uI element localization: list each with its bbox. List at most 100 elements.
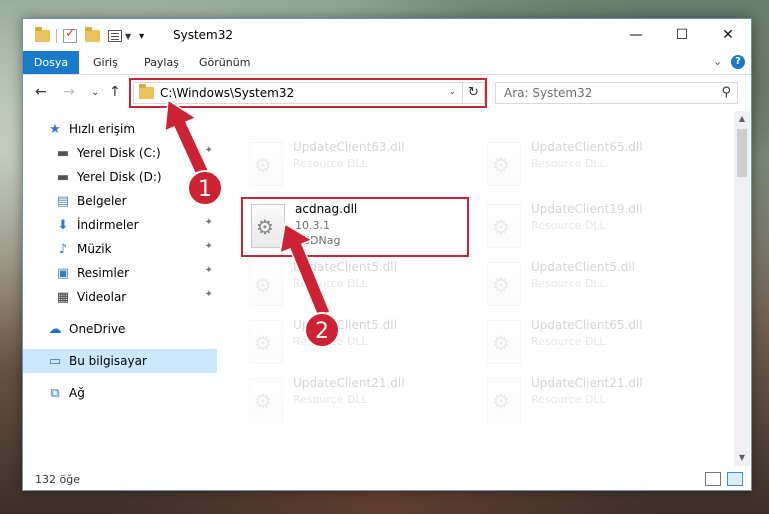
dll-file-icon (249, 142, 283, 186)
scroll-up-arrow-icon[interactable]: ▲ (734, 111, 750, 127)
file-type: Resource DLL (531, 335, 606, 348)
title-bar: ▼ ▾ System32 — ☐ ✕ (23, 19, 751, 51)
tab-file[interactable]: Dosya (23, 51, 79, 74)
cloud-icon: ☁ (48, 321, 62, 337)
details-view-icon[interactable] (705, 472, 721, 486)
sidebar-item-label: İndirmeler (77, 218, 139, 232)
close-button[interactable]: ✕ (705, 19, 751, 51)
properties-check-icon[interactable] (63, 26, 77, 43)
file-tile[interactable]: UpdateClient63.dll Resource DLL (241, 137, 461, 191)
sidebar-item-pictures[interactable]: ▣ Resimler ✦ (23, 261, 217, 285)
sidebar-item-label: OneDrive (69, 322, 126, 336)
sidebar-item-downloads[interactable]: ⬇ İndirmeler ✦ (23, 213, 217, 237)
sidebar-item-network[interactable]: ⧉ Ağ (23, 381, 217, 405)
sidebar-item-this-pc[interactable]: ▭ Bu bilgisayar (23, 349, 217, 373)
file-name: UpdateClient21.dll (293, 376, 405, 390)
file-type: Resource DLL (531, 277, 606, 290)
chevron-down-icon[interactable]: ▼ (125, 32, 131, 41)
file-type: Resource DLL (531, 157, 606, 170)
file-name: UpdateClient63.dll (293, 140, 405, 154)
star-icon: ★ (49, 121, 61, 137)
dll-file-icon (487, 378, 521, 422)
file-version: 10.3.1 (295, 219, 330, 232)
vertical-scrollbar[interactable]: ▲ ▼ (734, 111, 750, 466)
dll-file-icon (487, 320, 521, 364)
file-tile[interactable]: UpdateClient5.dll Resource DLL (241, 257, 461, 311)
sidebar-item-label: Hızlı erişim (69, 122, 136, 136)
sidebar-item-label: Resimler (77, 266, 130, 280)
dll-file-icon (487, 204, 521, 248)
new-folder-icon[interactable] (85, 27, 100, 42)
address-path[interactable]: C:\Windows\System32 (160, 86, 294, 100)
folder-icon (139, 84, 154, 99)
sidebar-item-videos[interactable]: ▦ Videolar ✦ (23, 285, 217, 309)
dll-file-icon (249, 262, 283, 306)
minimize-button[interactable]: — (613, 19, 659, 51)
computer-icon: ▭ (48, 353, 62, 369)
recent-locations-button[interactable]: ⌄ (91, 87, 99, 98)
tab-view[interactable]: Görünüm (189, 51, 260, 74)
drive-icon: ▬ (56, 145, 70, 161)
window-title: System32 (173, 28, 234, 42)
customize-icon[interactable] (108, 30, 122, 42)
file-name: acdnag.dll (295, 202, 358, 216)
file-tile-acdnag[interactable]: acdnag.dll 10.3.1 ACDNag (243, 199, 463, 253)
sidebar-item-label: Bu bilgisayar (69, 354, 147, 368)
address-bar[interactable]: C:\Windows\System32 ⌄ ↻ (133, 82, 485, 104)
file-type: Resource DLL (531, 219, 606, 232)
help-icon[interactable]: ? (731, 55, 745, 69)
dll-file-icon (487, 262, 521, 306)
separator (56, 29, 57, 43)
file-tile[interactable]: UpdateClient21.dll Resource DLL (241, 373, 461, 427)
quick-access-dropdown-icon[interactable]: ▾ (139, 31, 144, 42)
pictures-icon: ▣ (56, 265, 70, 281)
file-tile[interactable]: UpdateClient65.dll Resource DLL (479, 315, 699, 369)
up-button[interactable]: ↑ (109, 84, 121, 100)
forward-button[interactable]: → (63, 84, 75, 100)
sidebar-item-label: Ağ (69, 386, 85, 400)
file-tile[interactable]: UpdateClient19.dll Resource DLL (479, 199, 699, 253)
file-tile[interactable]: UpdateClient5.dll Resource DLL (241, 315, 461, 369)
sidebar-item-documents[interactable]: ▤ Belgeler (23, 189, 217, 213)
pin-icon[interactable]: ✦ (205, 241, 213, 252)
tiles-view-icon[interactable] (727, 472, 743, 486)
sidebar-item-local-disk-c[interactable]: ▬ Yerel Disk (C:) ✦ (23, 141, 217, 165)
sidebar-item-label: Yerel Disk (C:) (77, 146, 161, 160)
refresh-button[interactable]: ↻ (462, 83, 484, 103)
pin-icon[interactable]: ✦ (205, 217, 213, 228)
file-name: UpdateClient5.dll (293, 260, 397, 274)
search-icon[interactable]: ⚲ (721, 85, 731, 100)
dll-file-icon (249, 378, 283, 422)
pin-icon[interactable]: ✦ (205, 289, 213, 300)
pin-icon[interactable]: ✦ (205, 265, 213, 276)
file-tile[interactable]: UpdateClient21.dll Resource DLL (479, 373, 699, 427)
dll-file-icon (487, 142, 521, 186)
dll-file-icon (249, 320, 283, 364)
ribbon-expand-icon[interactable]: ⌄ (713, 55, 722, 68)
chevron-down-icon[interactable]: ⌄ (448, 87, 456, 97)
pin-icon[interactable]: ✦ (205, 145, 213, 156)
scrollbar-thumb[interactable] (737, 129, 747, 177)
sidebar-item-quick-access[interactable]: ★ Hızlı erişim (23, 117, 217, 141)
scroll-down-arrow-icon[interactable]: ▼ (734, 450, 750, 466)
tab-home[interactable]: Giriş (83, 51, 128, 74)
file-type: Resource DLL (293, 393, 368, 406)
file-tile[interactable]: UpdateClient65.dll Resource DLL (479, 137, 699, 191)
sidebar-item-music[interactable]: ♪ Müzik ✦ (23, 237, 217, 261)
network-icon: ⧉ (50, 385, 60, 401)
search-input[interactable]: Ara: System32 (504, 86, 592, 100)
file-description: ACDNag (295, 234, 341, 247)
file-type: Resource DLL (293, 335, 368, 348)
sidebar-item-local-disk-d[interactable]: ▬ Yerel Disk (D:) (23, 165, 217, 189)
music-icon: ♪ (58, 241, 68, 257)
maximize-button[interactable]: ☐ (659, 19, 705, 51)
sidebar-item-onedrive[interactable]: ☁ OneDrive (23, 317, 217, 341)
drive-icon: ▬ (56, 169, 70, 185)
search-box[interactable]: Ara: System32 ⚲ (495, 82, 738, 104)
file-type: Resource DLL (293, 157, 368, 170)
tab-share[interactable]: Paylaş (134, 51, 189, 74)
folder-icon (35, 27, 50, 42)
sidebar-item-label: Belgeler (77, 194, 127, 208)
file-tile[interactable]: UpdateClient5.dll Resource DLL (479, 257, 699, 311)
back-button[interactable]: ← (35, 84, 47, 100)
